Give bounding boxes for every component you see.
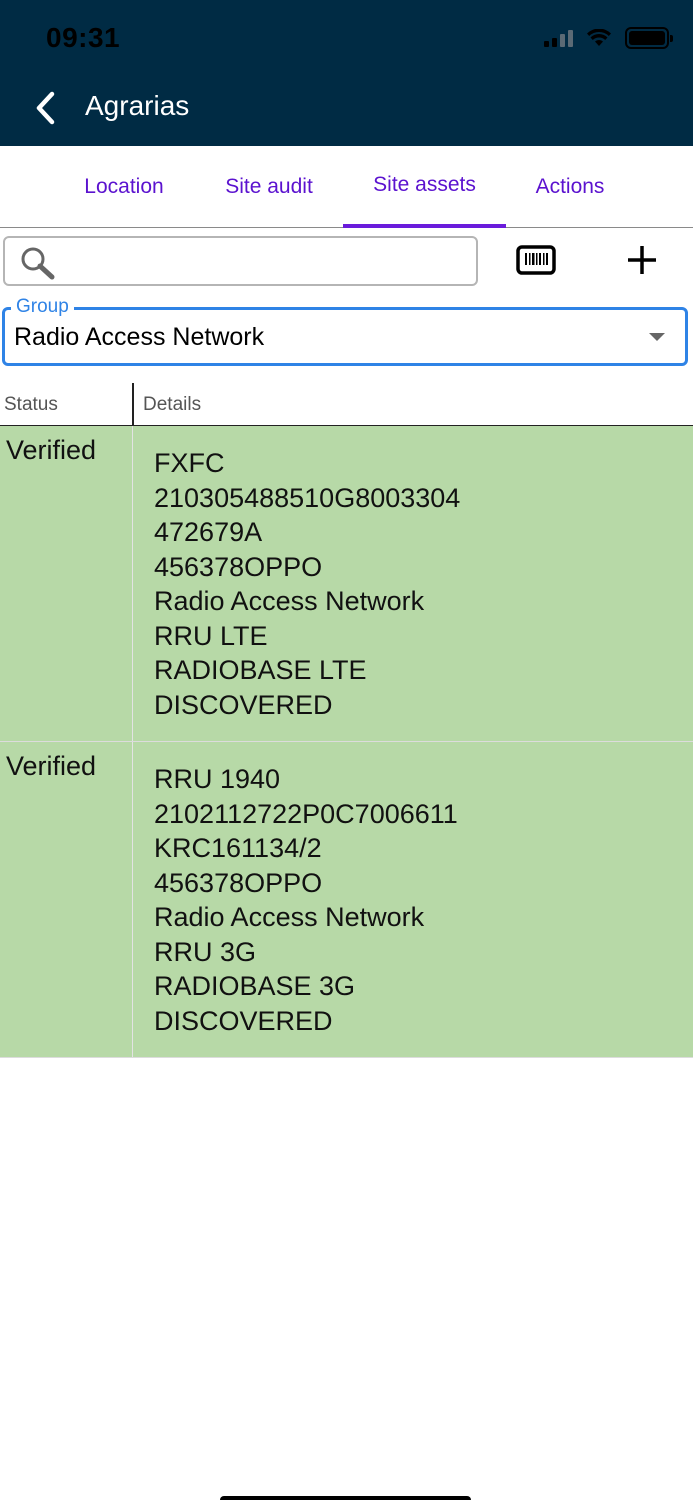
detail-line: RADIOBASE 3G xyxy=(154,971,356,1001)
tab-location[interactable]: Location xyxy=(64,146,184,228)
table-row[interactable]: Verified RRU 1940 2102112722P0C7006611 K… xyxy=(0,742,693,1058)
home-indicator xyxy=(220,1496,471,1500)
detail-line: RRU 3G xyxy=(154,936,257,967)
detail-line: 2102112722P0C7006611 xyxy=(154,798,458,829)
detail-line: FXFC xyxy=(154,448,225,478)
group-label: Group xyxy=(11,296,74,318)
table-row[interactable]: Verified FXFC 210305488510G8003304 47267… xyxy=(0,426,693,742)
cellular-signal-icon xyxy=(544,29,573,47)
detail-line: DISCOVERED xyxy=(154,689,333,720)
group-selected-value: Radio Access Network xyxy=(14,323,265,351)
page-title: Agrarias xyxy=(85,90,190,121)
status-cell: Verified xyxy=(0,426,133,741)
status-icons xyxy=(544,26,673,50)
tab-bar: Location Site audit Site assets Actions xyxy=(0,146,693,228)
tab-actions[interactable]: Actions xyxy=(518,146,622,228)
detail-line: 210305488510G8003304 xyxy=(154,482,461,513)
search-field[interactable] xyxy=(3,236,478,286)
dropdown-arrow-icon xyxy=(649,333,665,341)
detail-line: RADIOBASE LTE xyxy=(154,655,367,685)
column-header-status: Status xyxy=(4,394,58,415)
search-input[interactable] xyxy=(67,244,467,280)
tab-site-assets[interactable]: Site assets xyxy=(343,146,506,228)
battery-icon xyxy=(625,27,673,49)
detail-line: KRC161134/2 xyxy=(154,833,322,863)
detail-line: 472679A xyxy=(154,517,263,547)
details-cell: FXFC 210305488510G8003304 472679A 456378… xyxy=(154,446,460,722)
barcode-scanner-icon[interactable] xyxy=(516,244,556,276)
group-select[interactable]: Group Radio Access Network xyxy=(2,296,688,366)
detail-line: RRU 1940 xyxy=(154,764,281,794)
tab-site-audit[interactable]: Site audit xyxy=(205,146,333,228)
status-text: Verified xyxy=(6,435,97,465)
status-text: Verified xyxy=(6,751,97,781)
details-cell: RRU 1940 2102112722P0C7006611 KRC161134/… xyxy=(154,762,458,1038)
detail-line: RRU LTE xyxy=(154,620,268,651)
status-cell: Verified xyxy=(0,742,133,1057)
back-button[interactable] xyxy=(26,86,66,130)
column-divider[interactable] xyxy=(132,383,134,426)
detail-line: DISCOVERED xyxy=(154,1005,333,1036)
column-header-details: Details xyxy=(143,394,202,415)
back-chevron-icon xyxy=(36,91,55,125)
status-time: 09:31 xyxy=(46,22,121,53)
add-asset-button[interactable] xyxy=(622,240,662,280)
app-header: 09:31 Agrarias xyxy=(0,0,693,146)
detail-line: 456378OPPO xyxy=(154,867,323,898)
table-header: Status Details xyxy=(0,383,693,426)
detail-line: Radio Access Network xyxy=(154,902,425,932)
wifi-icon xyxy=(587,29,611,46)
search-icon xyxy=(21,247,55,280)
detail-line: 456378OPPO xyxy=(154,551,323,582)
detail-line: Radio Access Network xyxy=(154,586,425,616)
